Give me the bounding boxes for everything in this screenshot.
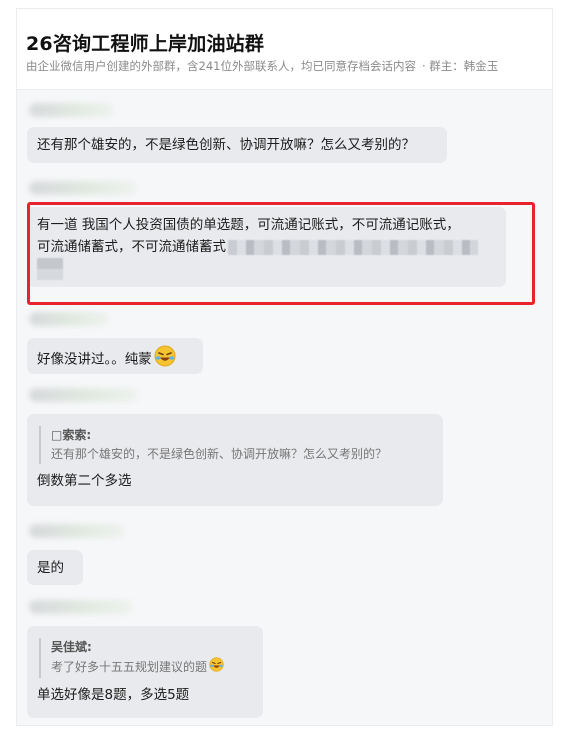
sender-name-blurred	[29, 103, 115, 117]
message-text: 还有那个雄安的，不是绿色创新、协调开放嘛？怎么又考别的？	[37, 137, 415, 153]
group-title: 26咨询工程师上岸加油站群	[26, 33, 265, 55]
message-text: 是的	[37, 560, 64, 576]
message-text-line	[37, 258, 496, 280]
message-text-line: 可流通储蓄式，不可流通储蓄式	[37, 236, 496, 258]
laughing-tears-icon	[154, 345, 176, 374]
quoted-message[interactable]: □索索: 还有那个雄安的，不是绿色创新、协调开放嘛？怎么又考别的？	[39, 426, 433, 464]
message-bubble[interactable]: 好像没讲过。。纯蒙	[27, 338, 203, 374]
message-text: 单选好像是8题，多选5题	[37, 687, 190, 703]
group-owner: · 群主：韩金玉	[421, 59, 499, 73]
chat-header: 26咨询工程师上岸加油站群 由企业微信用户创建的外部群，含241位外部联系人，均…	[17, 9, 552, 90]
redacted-text	[228, 239, 478, 255]
quoted-message[interactable]: 吴佳斌: 考了好多十五五规划建议的题	[39, 638, 253, 678]
sender-name-blurred	[29, 600, 133, 614]
sender-name-blurred	[29, 524, 125, 538]
message-text: 可流通储蓄式，不可流通储蓄式	[37, 239, 226, 255]
message-bubble[interactable]: 是的	[27, 550, 83, 585]
group-subtitle: 由企业微信用户创建的外部群，含241位外部联系人，均已同意存档会话内容 · 群主：…	[26, 58, 498, 74]
sender-name-blurred	[29, 388, 139, 402]
sender-name-blurred	[29, 312, 109, 326]
group-description: 由企业微信用户创建的外部群，含241位外部联系人，均已同意存档会话内容	[26, 59, 416, 73]
quoted-text: 考了好多十五五规划建议的题	[51, 660, 208, 674]
message-bubble[interactable]: □索索: 还有那个雄安的，不是绿色创新、协调开放嘛？怎么又考别的？ 倒数第二个多…	[27, 414, 443, 506]
quoted-text-row: 考了好多十五五规划建议的题	[51, 657, 253, 678]
message-text: 倒数第二个多选	[37, 473, 132, 489]
quoted-sender: □索索:	[51, 428, 92, 442]
laughing-tears-icon	[209, 657, 224, 678]
quoted-sender: 吴佳斌:	[51, 640, 92, 654]
redacted-text	[37, 258, 63, 280]
message-text: 好像没讲过。。纯蒙	[37, 351, 152, 368]
chat-window: 26咨询工程师上岸加油站群 由企业微信用户创建的外部群，含241位外部联系人，均…	[16, 8, 553, 726]
sender-name-blurred	[29, 181, 137, 195]
message-text-line: 有一道 我国个人投资国债的单选题，可流通记账式，不可流通记账式，	[37, 217, 460, 233]
message-bubble[interactable]: 有一道 我国个人投资国债的单选题，可流通记账式，不可流通记账式， 可流通储蓄式，…	[27, 207, 506, 287]
quoted-text: 还有那个雄安的，不是绿色创新、协调开放嘛？怎么又考别的？	[51, 447, 388, 461]
message-bubble[interactable]: 吴佳斌: 考了好多十五五规划建议的题 单选好像是8题，多选5题	[27, 626, 263, 718]
message-bubble[interactable]: 还有那个雄安的，不是绿色创新、协调开放嘛？怎么又考别的？	[27, 127, 447, 163]
